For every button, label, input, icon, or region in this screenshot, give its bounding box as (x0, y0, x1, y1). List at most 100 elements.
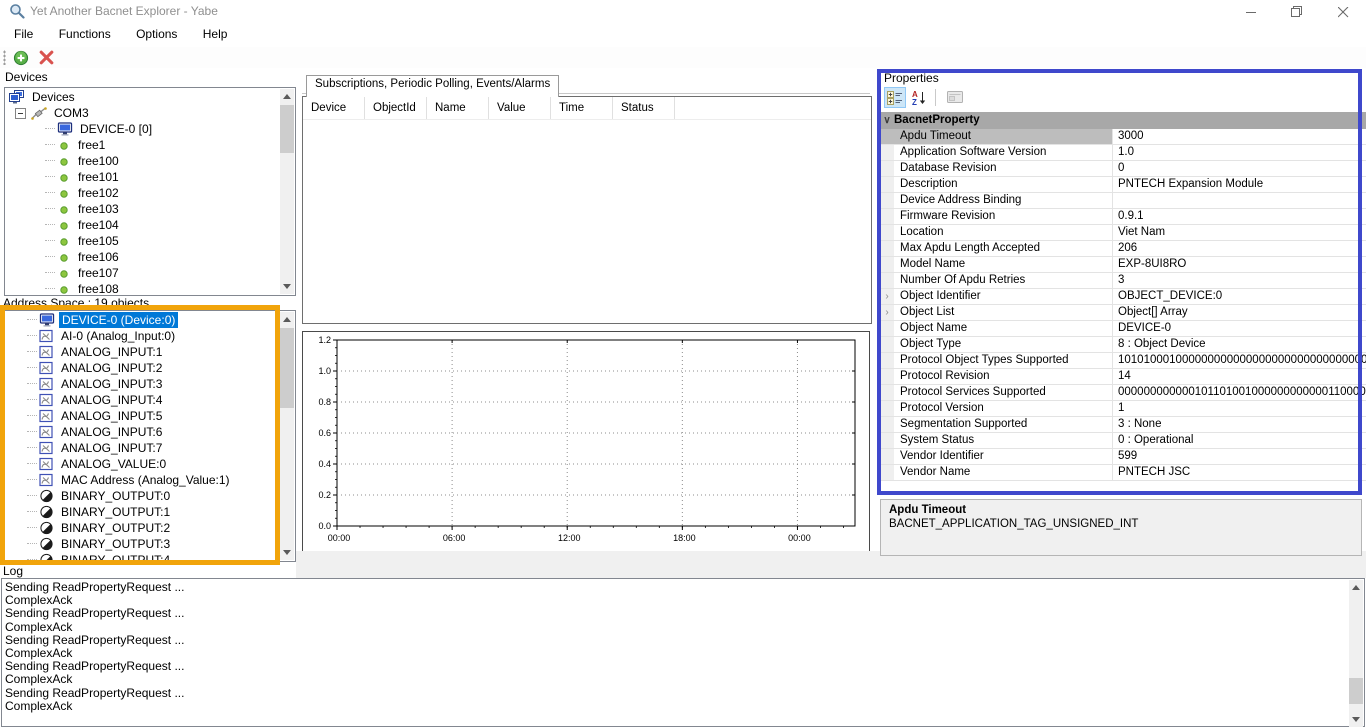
property-row[interactable]: Model NameEXP-8UI8RO (880, 257, 1366, 273)
address-space-item-label[interactable]: ANALOG_INPUT:2 (58, 360, 165, 376)
scroll-down-icon[interactable] (1349, 712, 1363, 727)
property-value[interactable]: 599 (1113, 449, 1366, 464)
property-name[interactable]: Protocol Services Supported (894, 385, 1113, 400)
tab-subscriptions[interactable]: Subscriptions, Periodic Polling, Events/… (306, 75, 559, 97)
address-space-scrollbar[interactable] (280, 312, 294, 560)
devices-tree-row[interactable]: free1 (5, 137, 280, 153)
column-header-objectid[interactable]: ObjectId (365, 97, 427, 119)
property-name[interactable]: Application Software Version (894, 145, 1113, 160)
property-name[interactable]: Protocol Version (894, 401, 1113, 416)
property-row[interactable]: Protocol Revision14 (880, 369, 1366, 385)
address-space-row[interactable]: BINARY_OUTPUT:3 (5, 536, 280, 552)
restore-button[interactable] (1274, 0, 1320, 24)
property-name[interactable]: Description (894, 177, 1113, 192)
property-row[interactable]: Database Revision0 (880, 161, 1366, 177)
devices-tree-item-label[interactable]: COM3 (51, 105, 92, 121)
devices-tree-row[interactable]: free106 (5, 249, 280, 265)
address-space-row[interactable]: ANALOG_INPUT:3 (5, 376, 280, 392)
property-value[interactable]: 0 (1113, 161, 1366, 176)
property-value[interactable]: EXP-8UI8RO (1113, 257, 1366, 272)
property-value[interactable]: 0 : Operational (1113, 433, 1366, 448)
property-name[interactable]: Apdu Timeout (894, 129, 1113, 144)
property-value[interactable]: 3 : None (1113, 417, 1366, 432)
address-space-item-label[interactable]: ANALOG_INPUT:3 (58, 376, 165, 392)
property-value[interactable]: 14 (1113, 369, 1366, 384)
property-value[interactable]: 3000 (1113, 129, 1366, 144)
menu-functions[interactable]: Functions (48, 22, 122, 47)
property-value[interactable]: PNTECH Expansion Module (1113, 177, 1366, 192)
property-row[interactable]: Protocol Services Supported0000000000001… (880, 385, 1366, 401)
property-value[interactable]: 8 : Object Device (1113, 337, 1366, 352)
categorized-view-button[interactable] (884, 87, 906, 108)
address-space-item-label[interactable]: BINARY_OUTPUT:2 (58, 520, 173, 536)
column-header-time[interactable]: Time (551, 97, 613, 119)
column-header-name[interactable]: Name (427, 97, 489, 119)
devices-tree-item-label[interactable]: free101 (75, 169, 122, 185)
address-space-row[interactable]: BINARY_OUTPUT:1 (5, 504, 280, 520)
expand-chevron-icon[interactable]: › (880, 289, 894, 304)
address-space-row[interactable]: ANALOG_VALUE:0 (5, 456, 280, 472)
property-name[interactable]: Database Revision (894, 161, 1113, 176)
address-space-row[interactable]: BINARY_OUTPUT:4 (5, 552, 280, 562)
scrollbar-thumb[interactable] (280, 328, 294, 408)
devices-tree-item-label[interactable]: free102 (75, 185, 122, 201)
property-row[interactable]: LocationViet Nam (880, 225, 1366, 241)
column-header-device[interactable]: Device (303, 97, 365, 119)
menu-file[interactable]: File (3, 22, 44, 47)
address-space-item-label[interactable]: MAC Address (Analog_Value:1) (58, 472, 233, 488)
property-name[interactable]: Device Address Binding (894, 193, 1113, 208)
property-row[interactable]: Number Of Apdu Retries3 (880, 273, 1366, 289)
address-space-item-label[interactable]: BINARY_OUTPUT:3 (58, 536, 173, 552)
devices-tree-row[interactable]: free102 (5, 185, 280, 201)
property-name[interactable]: Protocol Revision (894, 369, 1113, 384)
address-space-item-label[interactable]: AI-0 (Analog_Input:0) (58, 328, 178, 344)
property-value[interactable]: 3 (1113, 273, 1366, 288)
column-header-status[interactable]: Status (613, 97, 675, 119)
devices-tree-row[interactable]: DEVICE-0 [0] (5, 121, 280, 137)
property-name[interactable]: Segmentation Supported (894, 417, 1113, 432)
address-space-item-label[interactable]: DEVICE-0 (Device:0) (59, 312, 178, 328)
property-row[interactable]: Object Type8 : Object Device (880, 337, 1366, 353)
devices-tree-row[interactable]: free100 (5, 153, 280, 169)
expand-chevron-icon[interactable]: › (880, 305, 894, 320)
property-name[interactable]: Protocol Object Types Supported (894, 353, 1113, 368)
devices-tree-item-label[interactable]: DEVICE-0 [0] (77, 121, 155, 137)
property-name[interactable]: Location (894, 225, 1113, 240)
address-space-row[interactable]: ANALOG_INPUT:1 (5, 344, 280, 360)
scrollbar-thumb[interactable] (280, 105, 294, 153)
property-row[interactable]: Protocol Version1 (880, 401, 1366, 417)
property-value[interactable]: OBJECT_DEVICE:0 (1113, 289, 1366, 304)
scroll-up-icon[interactable] (280, 89, 294, 104)
devices-tree-row[interactable]: free103 (5, 201, 280, 217)
property-category-row[interactable]: ∨ BacnetProperty (880, 112, 1366, 129)
property-row[interactable]: ›Object IdentifierOBJECT_DEVICE:0 (880, 289, 1366, 305)
property-value[interactable]: 206 (1113, 241, 1366, 256)
property-value[interactable]: PNTECH JSC (1113, 465, 1366, 480)
address-space-row[interactable]: ANALOG_INPUT:4 (5, 392, 280, 408)
property-value[interactable]: 0000000000001011010010000000000001100000… (1113, 385, 1366, 400)
property-row[interactable]: Max Apdu Length Accepted206 (880, 241, 1366, 257)
address-space-item-label[interactable]: BINARY_OUTPUT:4 (58, 552, 173, 562)
devices-tree-item-label[interactable]: free108 (75, 281, 122, 296)
property-row[interactable]: Protocol Object Types Supported101010001… (880, 353, 1366, 369)
devices-tree-item-label[interactable]: free1 (75, 137, 108, 153)
property-row[interactable]: ›Object ListObject[] Array (880, 305, 1366, 321)
column-header-value[interactable]: Value (489, 97, 551, 119)
add-device-button[interactable] (11, 48, 31, 67)
collapse-expander-icon[interactable] (15, 108, 26, 119)
devices-tree-row[interactable]: free108 (5, 281, 280, 296)
address-space-row[interactable]: ANALOG_INPUT:6 (5, 424, 280, 440)
devices-tree-item-label[interactable]: free106 (75, 249, 122, 265)
devices-tree-scrollbar[interactable] (280, 89, 294, 294)
log-scrollbar[interactable] (1349, 580, 1363, 727)
property-name[interactable]: Max Apdu Length Accepted (894, 241, 1113, 256)
property-value[interactable]: 0.9.1 (1113, 209, 1366, 224)
property-value[interactable]: DEVICE-0 (1113, 321, 1366, 336)
devices-tree-row[interactable]: free105 (5, 233, 280, 249)
scroll-down-icon[interactable] (280, 279, 294, 294)
property-name[interactable]: Object Name (894, 321, 1113, 336)
delete-device-button[interactable] (36, 48, 56, 67)
property-row[interactable]: System Status0 : Operational (880, 433, 1366, 449)
property-name[interactable]: Vendor Name (894, 465, 1113, 480)
address-space-row[interactable]: DEVICE-0 (Device:0) (5, 312, 280, 328)
